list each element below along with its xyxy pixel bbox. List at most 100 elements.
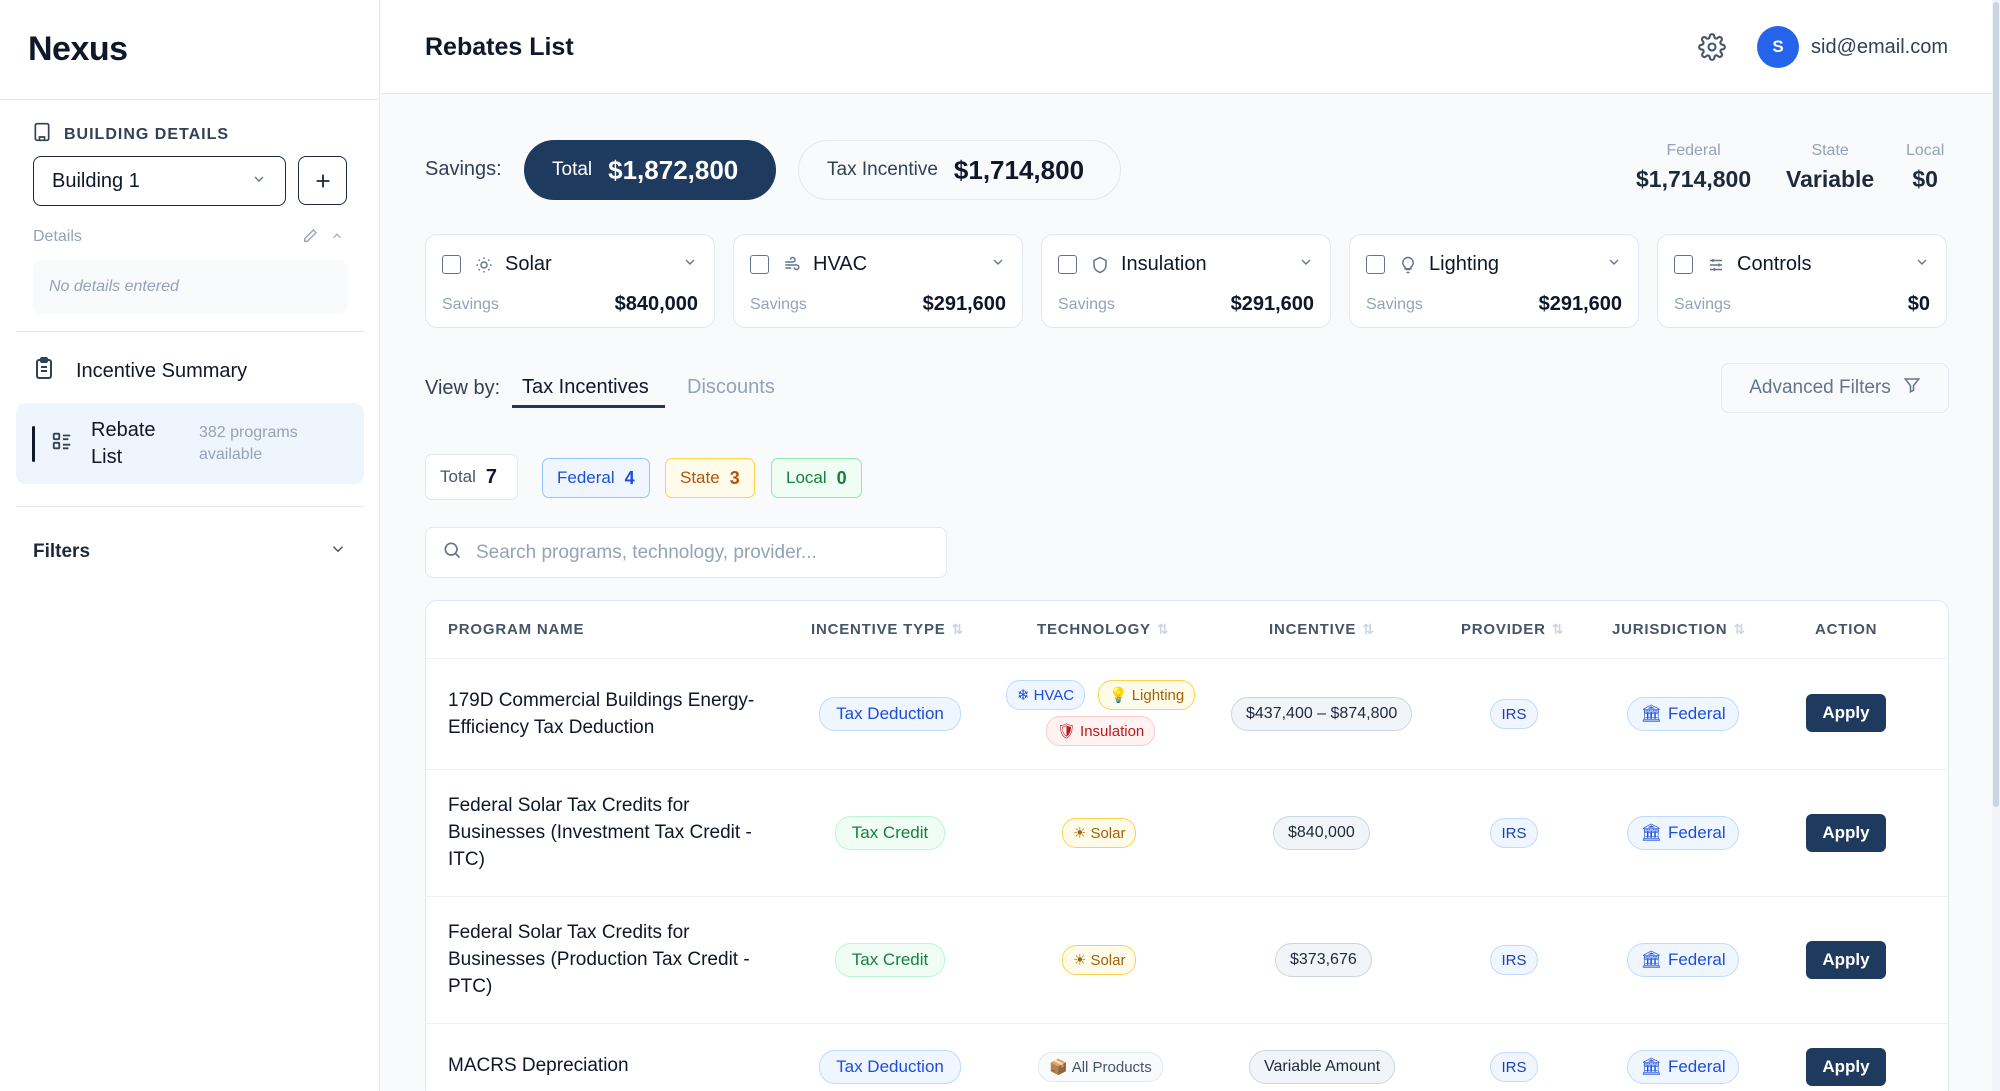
tax-incentive-pill[interactable]: Tax Incentive $1,714,800 (798, 140, 1121, 200)
savings-value: $840,000 (614, 293, 698, 315)
local-summary-value: $0 (1912, 166, 1938, 192)
program-name[interactable]: Federal Solar Tax Credits for Businesses… (448, 919, 788, 1000)
col-header-label: TECHNOLOGY (1037, 621, 1151, 638)
provider-badge: IRS (1490, 945, 1538, 975)
sort-icon[interactable]: ⇅ (1733, 621, 1746, 638)
col-header-provider[interactable]: PROVIDER ⇅ (1461, 621, 1564, 638)
lightbulb-icon: 💡 (1109, 687, 1128, 704)
building-select[interactable]: Building 1 (33, 156, 286, 206)
chevron-down-icon[interactable] (682, 254, 698, 275)
bank-icon: 🏛 (1640, 704, 1662, 723)
avatar[interactable]: S (1757, 26, 1799, 68)
table-row[interactable]: Federal Solar Tax Credits for Businesses… (426, 770, 1948, 897)
state-summary-label: State (1811, 142, 1849, 159)
table-row[interactable]: 179D Commercial Buildings Energy-Efficie… (426, 659, 1948, 770)
sidebar: Nexus BUILDING DETAILS Building 1 Detail… (0, 0, 380, 1091)
tech-card-controls[interactable]: Controls Savings $0 (1657, 234, 1947, 328)
chevron-down-icon[interactable] (1914, 254, 1930, 275)
total-savings-pill[interactable]: Total $1,872,800 (524, 140, 776, 200)
chevron-down-icon[interactable] (1606, 254, 1622, 275)
federal-summary-label: Federal (1666, 142, 1721, 159)
table-row[interactable]: MACRS Depreciation Tax Deduction 📦 All Pr… (426, 1024, 1948, 1091)
jurisdiction-badge: 🏛 Federal (1627, 816, 1739, 850)
col-header-program-name[interactable]: PROGRAM NAME (448, 621, 584, 638)
savings-label: Savings (1366, 295, 1423, 313)
sort-icon[interactable]: ⇅ (1552, 621, 1565, 638)
nav-label: Incentive Summary (76, 359, 248, 382)
tab-discounts[interactable]: Discounts (687, 376, 775, 399)
table-row[interactable]: Federal Solar Tax Credits for Businesses… (426, 897, 1948, 1024)
incentive-amount: Variable Amount (1249, 1050, 1396, 1084)
count-chip-local[interactable]: Local 0 (771, 458, 862, 498)
page-scrollbar[interactable] (1992, 0, 2000, 1091)
package-icon: 📦 (1049, 1059, 1068, 1076)
program-name[interactable]: MACRS Depreciation (448, 1052, 788, 1079)
tech-card-insulation[interactable]: Insulation Savings $291,600 (1041, 234, 1331, 328)
apply-button[interactable]: Apply (1806, 941, 1886, 979)
chip-count: 4 (624, 467, 635, 488)
lighting-checkbox[interactable] (1366, 255, 1385, 274)
col-header-label: INCENTIVE TYPE (811, 621, 946, 638)
apply-button[interactable]: Apply (1806, 1048, 1886, 1086)
chevron-down-icon[interactable] (1298, 254, 1314, 275)
building-select-value: Building 1 (52, 169, 140, 192)
nav-incentive-summary[interactable]: Incentive Summary (16, 350, 364, 392)
advanced-filters-button[interactable]: Advanced Filters (1721, 363, 1949, 413)
search-box[interactable] (425, 527, 947, 578)
col-header-incentive[interactable]: INCENTIVE ⇅ (1269, 621, 1375, 638)
col-header-label: JURISDICTION (1612, 621, 1728, 638)
insulation-checkbox[interactable] (1058, 255, 1077, 274)
hvac-checkbox[interactable] (750, 255, 769, 274)
tech-card-hvac[interactable]: HVAC Savings $291,600 (733, 234, 1023, 328)
tech-badge-label: Insulation (1080, 722, 1145, 740)
jurisdiction-badge: 🏛 Federal (1627, 697, 1739, 731)
sort-icon[interactable]: ⇅ (952, 621, 965, 638)
tech-card-solar[interactable]: Solar Savings $840,000 (425, 234, 715, 328)
jurisdiction-label: Federal (1667, 823, 1726, 842)
tab-tax-incentives[interactable]: Tax Incentives (522, 376, 649, 399)
col-header-technology[interactable]: TECHNOLOGY ⇅ (1037, 621, 1169, 638)
apply-button[interactable]: Apply (1806, 814, 1886, 852)
solar-checkbox[interactable] (442, 255, 461, 274)
details-label: Details (33, 228, 82, 245)
jurisdiction-badge: 🏛 Federal (1627, 943, 1739, 977)
view-by-label: View by: (425, 377, 501, 399)
count-chip-federal[interactable]: Federal 4 (542, 458, 650, 498)
sort-icon[interactable]: ⇅ (1157, 621, 1170, 638)
tech-badge-label: HVAC (1033, 686, 1075, 704)
program-name[interactable]: 179D Commercial Buildings Energy-Efficie… (448, 687, 788, 741)
col-header-jurisdiction[interactable]: JURISDICTION ⇅ (1612, 621, 1746, 638)
tech-name: Insulation (1121, 253, 1207, 275)
local-summary: Local $0 (1906, 142, 1944, 193)
divider (0, 99, 380, 100)
tech-name: Lighting (1429, 253, 1500, 275)
filters-toggle[interactable]: Filters (33, 540, 347, 564)
sort-icon[interactable]: ⇅ (1362, 621, 1375, 638)
program-name[interactable]: Federal Solar Tax Credits for Businesses… (448, 792, 788, 873)
tech-card-lighting[interactable]: Lighting Savings $291,600 (1349, 234, 1639, 328)
tech-badge-insulation: 🛡 Insulation (1046, 716, 1156, 746)
sun-icon (475, 256, 493, 274)
count-chip-state[interactable]: State 3 (665, 458, 755, 498)
chevron-down-icon[interactable] (990, 254, 1006, 275)
user-email[interactable]: sid@email.com (1811, 36, 1948, 59)
apply-button[interactable]: Apply (1806, 694, 1886, 732)
shield-icon: 🛡 (1057, 723, 1077, 740)
col-header-incentive-type[interactable]: INCENTIVE TYPE ⇅ (811, 621, 964, 638)
nav-rebate-list[interactable]: Rebate List 382 programs available (16, 403, 364, 484)
chevron-up-icon[interactable] (330, 229, 344, 248)
controls-checkbox[interactable] (1674, 255, 1693, 274)
chip-count: 7 (485, 465, 498, 488)
count-chip-total[interactable]: Total 7 (425, 454, 518, 500)
snowflake-icon: ❄ (1017, 687, 1030, 704)
pencil-icon[interactable] (302, 228, 318, 249)
search-icon (442, 540, 462, 565)
tech-badge-label: Solar (1090, 951, 1126, 969)
search-input[interactable] (476, 541, 916, 564)
scrollbar-thumb[interactable] (1993, 2, 1999, 807)
add-building-button[interactable] (298, 156, 347, 205)
chip-count: 3 (729, 467, 740, 488)
provider-badge: IRS (1490, 699, 1538, 729)
gear-icon[interactable] (1698, 33, 1726, 66)
savings-value: $291,600 (1538, 293, 1622, 315)
